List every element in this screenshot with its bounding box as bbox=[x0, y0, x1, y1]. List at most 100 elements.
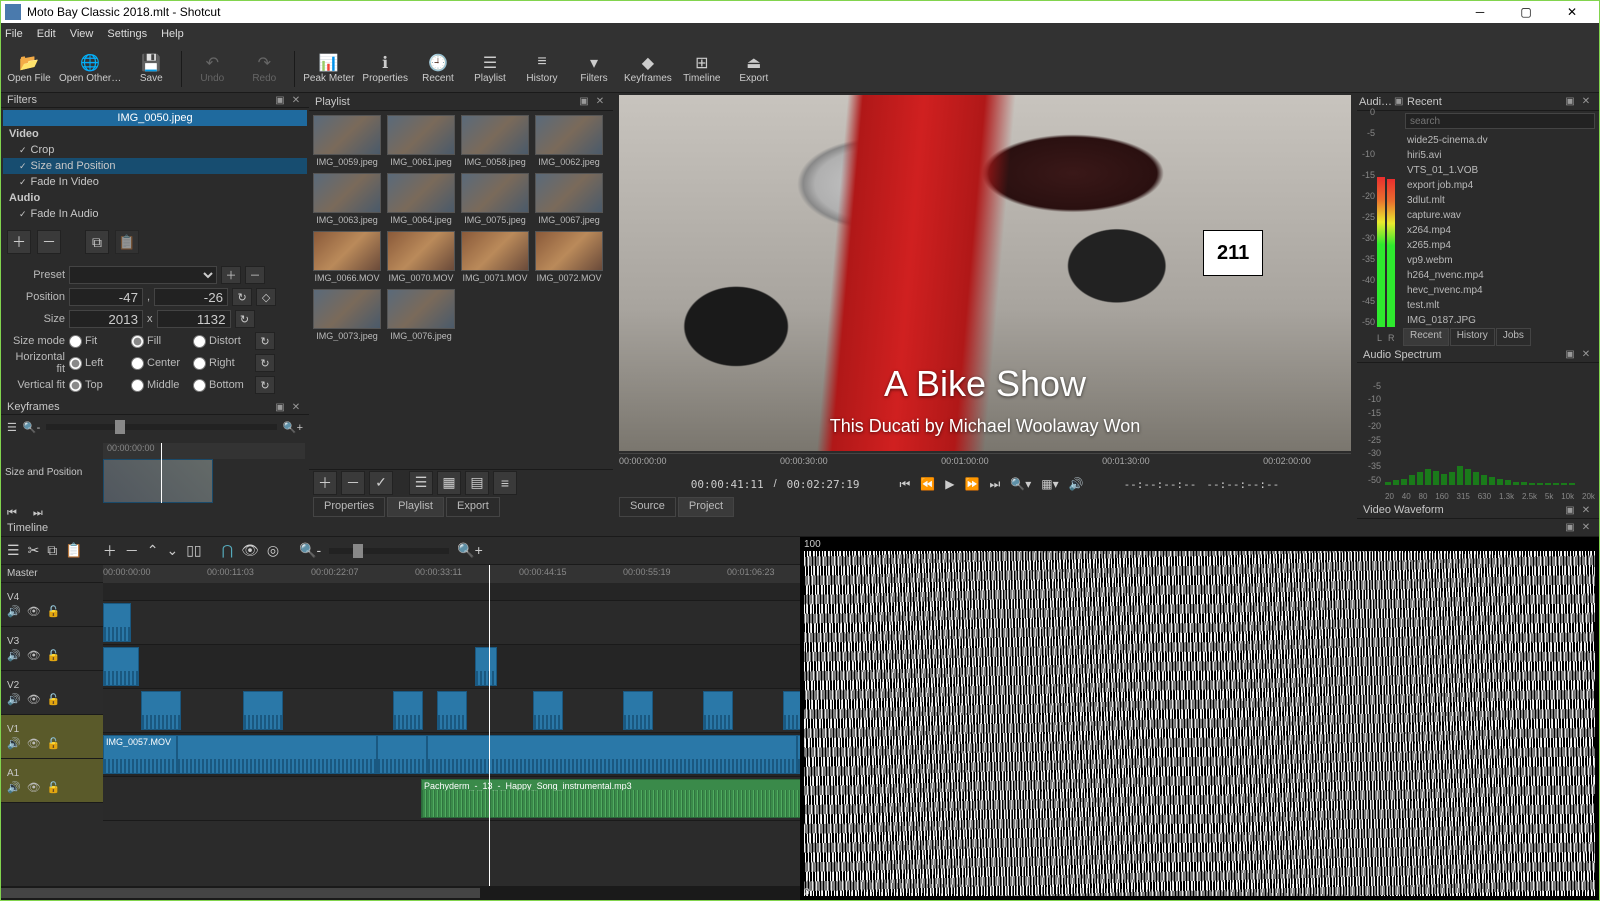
vfit-top-radio[interactable]: Top bbox=[69, 379, 127, 392]
remove-filter-button[interactable]: － bbox=[37, 230, 61, 254]
mute-icon[interactable]: 🔊 bbox=[7, 649, 21, 662]
playlist-item[interactable]: IMG_0058.jpeg bbox=[461, 115, 529, 167]
toolbar-keyframes-button[interactable]: ◆Keyframes bbox=[624, 46, 672, 92]
overwrite-icon[interactable]: ⌄ bbox=[166, 542, 178, 559]
playlist-item[interactable]: IMG_0064.jpeg bbox=[387, 173, 455, 225]
timeline-clip[interactable] bbox=[177, 735, 377, 774]
timeline-clip[interactable] bbox=[377, 735, 427, 774]
preset-add-button[interactable]: ＋ bbox=[221, 266, 241, 284]
undock-icon[interactable]: ▣ bbox=[1563, 348, 1577, 362]
timeline-clip[interactable] bbox=[427, 735, 797, 774]
position-reset-button[interactable]: ↻ bbox=[232, 288, 252, 306]
recent-item[interactable]: x265.mp4 bbox=[1401, 238, 1599, 253]
paste-icon[interactable]: 📋 bbox=[65, 542, 82, 559]
pl-update-button[interactable]: ✓ bbox=[369, 471, 393, 495]
cut-icon[interactable]: ✂ bbox=[28, 542, 40, 559]
undock-icon[interactable]: ▣ bbox=[1563, 521, 1577, 535]
undock-icon[interactable]: ▣ bbox=[1394, 95, 1403, 109]
maximize-button[interactable]: ▢ bbox=[1503, 1, 1549, 23]
timeline-clip[interactable] bbox=[393, 691, 423, 730]
playlist-tab-export[interactable]: Export bbox=[446, 497, 500, 517]
zoom-in-icon[interactable]: 🔍+ bbox=[457, 542, 483, 559]
copy-filter-button[interactable]: ⧉ bbox=[85, 230, 109, 254]
rewind-icon[interactable]: ⏪ bbox=[920, 477, 935, 491]
toolbar-save-button[interactable]: 💾Save bbox=[129, 46, 173, 92]
track-header-a1[interactable]: A1🔊👁🔓 bbox=[1, 759, 103, 803]
close-button[interactable]: ✕ bbox=[1549, 1, 1595, 23]
zoom-out-icon[interactable]: 🔍- bbox=[299, 542, 321, 559]
sizemode-distort-radio[interactable]: Distort bbox=[193, 335, 251, 348]
close-panel-icon[interactable]: ✕ bbox=[289, 93, 303, 107]
close-panel-icon[interactable]: ✕ bbox=[1579, 521, 1593, 535]
recent-item[interactable]: h264_nvenc.mp4 bbox=[1401, 268, 1599, 283]
preview-monitor[interactable]: 211 A Bike Show This Ducati by Michael W… bbox=[619, 95, 1351, 451]
recent-item[interactable]: VTS_01_1.VOB bbox=[1401, 163, 1599, 178]
toolbar-timeline-button[interactable]: ⊞Timeline bbox=[680, 46, 724, 92]
toolbar-open-other--button[interactable]: 🌐Open Other… bbox=[59, 46, 121, 92]
vfit-middle-radio[interactable]: Middle bbox=[131, 379, 189, 392]
hide-icon[interactable]: 👁 bbox=[27, 693, 41, 706]
add-filter-button[interactable]: ＋ bbox=[7, 230, 31, 254]
position-x-input[interactable] bbox=[69, 288, 143, 306]
recent-item[interactable]: 3dlut.mlt bbox=[1401, 193, 1599, 208]
current-timecode[interactable]: 00:00:41:11 bbox=[691, 478, 764, 491]
playlist-item[interactable]: IMG_0072.MOV bbox=[535, 231, 603, 283]
volume-icon[interactable]: 🔊 bbox=[1069, 477, 1084, 491]
vfit-bottom-radio[interactable]: Bottom bbox=[193, 379, 251, 392]
recent-item[interactable]: wide25-cinema.dv bbox=[1401, 133, 1599, 148]
lock-icon[interactable]: 🔓 bbox=[47, 781, 61, 794]
filter-item[interactable]: Size and Position bbox=[3, 158, 307, 174]
timeline-clip[interactable] bbox=[783, 691, 800, 730]
toolbar-properties-button[interactable]: ℹProperties bbox=[362, 46, 408, 92]
filter-item[interactable]: Fade In Audio bbox=[3, 206, 307, 222]
mute-icon[interactable]: 🔊 bbox=[7, 605, 21, 618]
pl-view-icons-button[interactable]: ▤ bbox=[465, 471, 489, 495]
menu-view[interactable]: View bbox=[70, 28, 94, 40]
track-header-v2[interactable]: V2🔊👁🔓 bbox=[1, 671, 103, 715]
timeline-playhead[interactable] bbox=[489, 565, 490, 886]
playlist-item[interactable]: IMG_0059.jpeg bbox=[313, 115, 381, 167]
tl-zoom-slider[interactable] bbox=[329, 548, 449, 554]
recent-search-input[interactable] bbox=[1405, 113, 1595, 129]
preview-tab-project[interactable]: Project bbox=[678, 497, 734, 517]
playlist-item[interactable]: IMG_0070.MOV bbox=[387, 231, 455, 283]
undock-icon[interactable]: ▣ bbox=[273, 400, 287, 414]
menu-edit[interactable]: Edit bbox=[37, 28, 56, 40]
menu-file[interactable]: File bbox=[5, 28, 23, 40]
playlist-item[interactable]: IMG_0075.jpeg bbox=[461, 173, 529, 225]
hide-icon[interactable]: 👁 bbox=[27, 781, 41, 794]
playlist-item[interactable]: IMG_0066.MOV bbox=[313, 231, 381, 283]
playlist-item[interactable]: IMG_0067.jpeg bbox=[535, 173, 603, 225]
sizemode-fill-radio[interactable]: Fill bbox=[131, 335, 189, 348]
close-panel-icon[interactable]: ✕ bbox=[1579, 503, 1593, 517]
recent-item[interactable]: hevc_nvenc.mp4 bbox=[1401, 283, 1599, 298]
preset-del-button[interactable]: － bbox=[245, 266, 265, 284]
lock-icon[interactable]: 🔓 bbox=[47, 605, 61, 618]
track-header-master[interactable]: Master bbox=[1, 565, 103, 583]
toolbar-history-button[interactable]: ≡History bbox=[520, 46, 564, 92]
hfit-right-radio[interactable]: Right bbox=[193, 357, 251, 370]
timeline-clip[interactable] bbox=[243, 691, 283, 730]
preset-select[interactable] bbox=[69, 266, 217, 284]
track-row-v2[interactable] bbox=[103, 689, 800, 733]
filter-item[interactable]: Fade In Video bbox=[3, 174, 307, 190]
pl-view-tiles-button[interactable]: ▦ bbox=[437, 471, 461, 495]
recent-tab-history[interactable]: History bbox=[1450, 328, 1495, 346]
timeline-clip[interactable] bbox=[703, 691, 733, 730]
position-keyframe-button[interactable]: ◇ bbox=[256, 288, 276, 306]
close-panel-icon[interactable]: ✕ bbox=[593, 95, 607, 109]
playlist-item[interactable]: IMG_0076.jpeg bbox=[387, 289, 455, 341]
track-row-v4[interactable] bbox=[103, 601, 800, 645]
filter-item[interactable]: Crop bbox=[3, 142, 307, 158]
close-panel-icon[interactable]: ✕ bbox=[1579, 348, 1593, 362]
toolbar-recent-button[interactable]: 🕘Recent bbox=[416, 46, 460, 92]
pl-remove-button[interactable]: － bbox=[341, 471, 365, 495]
vfit-reset-button[interactable]: ↻ bbox=[255, 376, 275, 394]
zoom-dropdown-icon[interactable]: 🔍▾ bbox=[1010, 477, 1031, 491]
scrub-icon[interactable]: 👁 bbox=[241, 542, 259, 559]
minimize-button[interactable]: ─ bbox=[1457, 1, 1503, 23]
recent-item[interactable]: x264.mp4 bbox=[1401, 223, 1599, 238]
toolbar-filters-button[interactable]: ▾Filters bbox=[572, 46, 616, 92]
recent-item[interactable]: test.mlt bbox=[1401, 298, 1599, 313]
play-icon[interactable]: ▶ bbox=[945, 477, 954, 491]
